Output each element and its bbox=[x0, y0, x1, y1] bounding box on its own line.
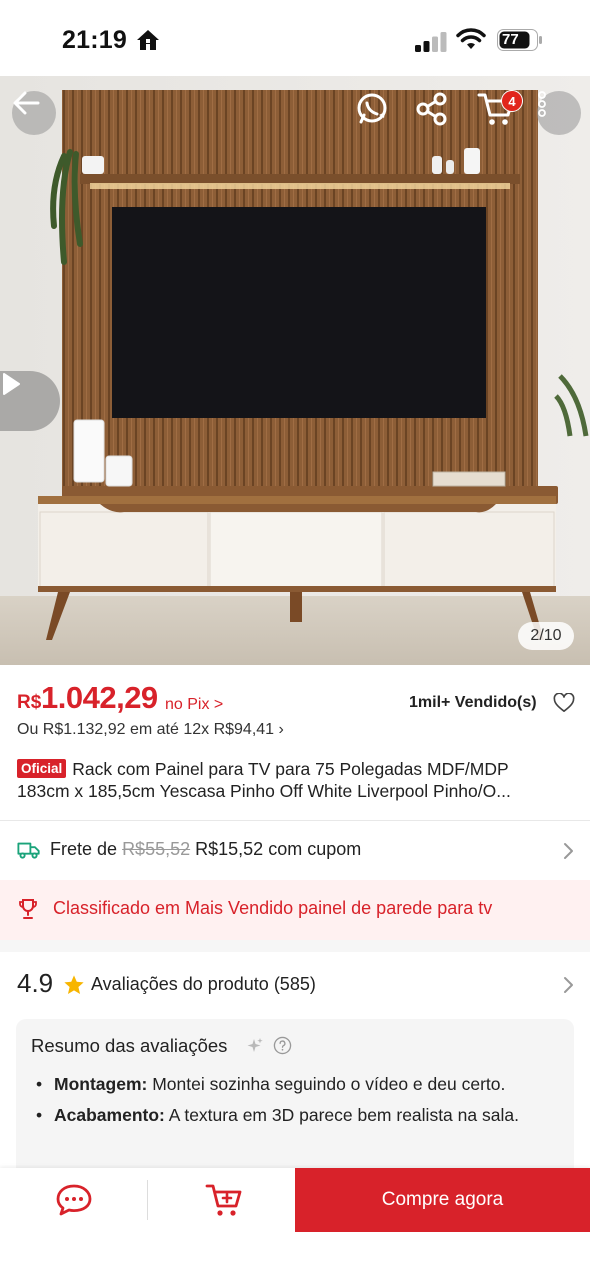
whatsapp-icon bbox=[357, 93, 387, 124]
shipping-text: Frete de R$55,52 R$15,52 com cupom bbox=[50, 839, 361, 860]
ranking-banner[interactable]: Classificado em Mais Vendido painel de p… bbox=[0, 880, 590, 940]
shipping-row[interactable]: Frete de R$55,52 R$15,52 com cupom bbox=[17, 836, 577, 866]
summary-item-text: A textura em 3D parece bem realista na s… bbox=[168, 1104, 519, 1125]
back-arrow-icon bbox=[13, 91, 40, 115]
section-gap bbox=[0, 940, 590, 952]
truck-icon bbox=[17, 842, 40, 859]
signal-icon bbox=[415, 32, 447, 52]
shipping-prefix: Frete de bbox=[50, 839, 118, 859]
play-video-button[interactable] bbox=[0, 371, 60, 431]
cart-count-badge: 4 bbox=[501, 90, 523, 112]
bottom-action-bar: Compre agora bbox=[0, 1168, 590, 1280]
price-row: R$ 1.042,29 no Pix > 1mil+ Vendido(s) bbox=[17, 680, 577, 720]
summary-list: Montagem: Montei sozinha seguindo o víde… bbox=[36, 1073, 556, 1134]
sold-count: 1mil+ Vendido(s) bbox=[409, 694, 537, 711]
reviews-title: Avaliações do produto bbox=[91, 974, 269, 994]
chevron-right-icon bbox=[564, 843, 573, 859]
more-vertical-icon bbox=[538, 91, 546, 117]
battery-icon: 77 bbox=[497, 29, 543, 51]
summary-item: Montagem: Montei sozinha seguindo o víde… bbox=[36, 1073, 556, 1096]
product-title: Oficial Rack com Painel para TV para 75 P… bbox=[17, 758, 577, 802]
share-button[interactable] bbox=[414, 91, 458, 135]
status-bar: 21:19 77 bbox=[0, 0, 590, 80]
price-value: 1.042,29 bbox=[41, 680, 158, 715]
buy-now-button[interactable]: Compre agora bbox=[295, 1168, 590, 1232]
reviews-row[interactable]: 4.9 Avaliações do produto (585) bbox=[17, 966, 577, 1002]
summary-title: Resumo das avaliações bbox=[31, 1035, 228, 1056]
more-options-button[interactable] bbox=[537, 91, 581, 135]
reviews-count: (585) bbox=[273, 974, 316, 994]
reviews-label: Avaliações do produto (585) bbox=[91, 974, 316, 995]
pix-link[interactable]: no Pix > bbox=[165, 696, 223, 714]
bottom-divider bbox=[147, 1180, 148, 1220]
product-title-line2: 183cm x 185,5cm Yescasa Pinho Off White … bbox=[17, 781, 511, 801]
price-currency: R$ bbox=[17, 692, 42, 713]
product-photo bbox=[0, 76, 590, 665]
installments-link[interactable]: Ou R$1.132,92 em até 12x R$94,41 › bbox=[17, 721, 284, 739]
reviews-summary-card: Resumo das avaliações Montagem: Montei s… bbox=[16, 1019, 574, 1189]
whatsapp-share-button[interactable] bbox=[355, 91, 399, 135]
official-badge: Oficial bbox=[17, 759, 67, 778]
star-icon bbox=[64, 975, 84, 994]
add-to-cart-icon bbox=[205, 1184, 242, 1216]
summary-item-key: Acabamento: bbox=[54, 1104, 165, 1125]
image-counter: 2/10 bbox=[518, 622, 574, 650]
rating-score: 4.9 bbox=[17, 968, 54, 998]
back-button[interactable] bbox=[12, 91, 56, 135]
summary-item-text: Montei sozinha seguindo o vídeo e deu ce… bbox=[152, 1074, 506, 1094]
shipping-old-price: R$55,52 bbox=[122, 839, 191, 859]
summary-item-key: Montagem: bbox=[54, 1074, 148, 1094]
sparkle-icon bbox=[247, 1038, 263, 1052]
add-to-cart-button[interactable] bbox=[202, 1181, 246, 1219]
help-circle-icon[interactable] bbox=[273, 1036, 292, 1055]
home-icon bbox=[137, 30, 159, 50]
divider bbox=[0, 820, 590, 821]
product-title-line1: Rack com Painel para TV para 75 Polegada… bbox=[72, 759, 509, 779]
chat-icon bbox=[56, 1184, 92, 1216]
chevron-right-icon bbox=[564, 977, 573, 993]
ranking-text: Classificado em Mais Vendido painel de p… bbox=[53, 898, 493, 918]
battery-level: 77 bbox=[502, 31, 519, 48]
heart-icon[interactable] bbox=[553, 693, 575, 713]
status-time: 21:19 bbox=[62, 26, 127, 54]
summary-item: Acabamento: A textura em 3D parece bem r… bbox=[36, 1104, 556, 1127]
wifi-icon bbox=[456, 28, 486, 49]
share-icon bbox=[416, 92, 447, 126]
chat-button[interactable] bbox=[52, 1182, 96, 1218]
product-image-carousel[interactable]: 4 2/10 bbox=[0, 76, 590, 665]
shipping-new-price: R$15,52 com cupom bbox=[195, 839, 362, 859]
play-icon bbox=[3, 373, 20, 395]
trophy-icon bbox=[19, 899, 37, 919]
